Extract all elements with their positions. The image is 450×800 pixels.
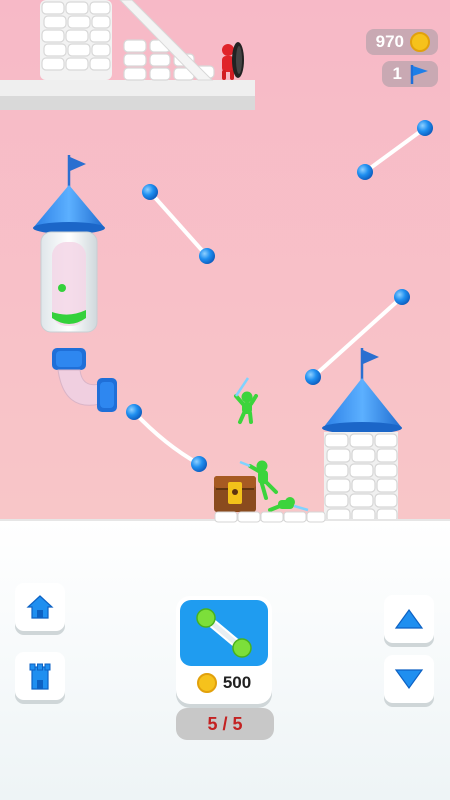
ropes-remaining-counter: 5 / 5 [176, 708, 274, 740]
level-counter: 1 [382, 61, 438, 87]
coin-counter: 970 [366, 29, 438, 55]
blue-flag-icon [410, 65, 428, 84]
counter-text: 5 / 5 [207, 713, 243, 734]
house-icon [26, 595, 54, 619]
buy-rope-card[interactable]: 500 [176, 596, 272, 704]
move-up-button[interactable] [384, 595, 434, 643]
gold-coin-icon [196, 673, 217, 693]
rope-connector-icon [196, 608, 252, 658]
home-button[interactable] [15, 583, 65, 631]
level-number: 1 [392, 64, 402, 83]
castle-button[interactable] [15, 652, 65, 700]
arrow-down-icon [394, 669, 424, 690]
red-enemy [222, 42, 244, 80]
top-ledge [0, 80, 255, 110]
price-value: 500 [222, 673, 252, 692]
card-icon-panel [180, 600, 268, 666]
move-down-button[interactable] [384, 655, 434, 703]
arrow-up-icon [394, 608, 424, 629]
card-price: 500 [176, 670, 272, 696]
treasure-chest [214, 476, 256, 512]
ground-bricks [214, 511, 326, 523]
coin-count: 970 [375, 32, 404, 51]
castle-icon [29, 663, 51, 690]
gold-coin-icon [410, 32, 430, 52]
